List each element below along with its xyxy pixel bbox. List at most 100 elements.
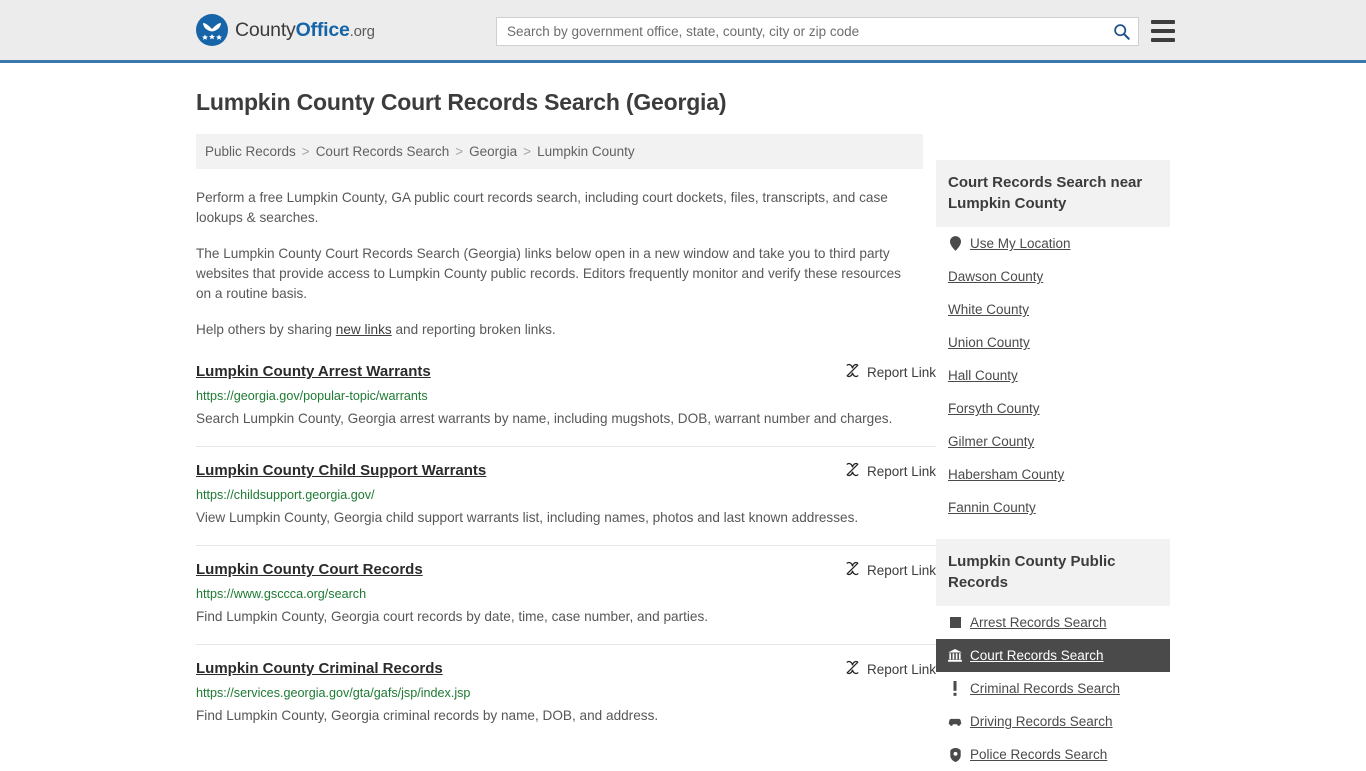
nearby-county-item: Hall County <box>936 359 1170 392</box>
result-item: Lumpkin County Child Support Warrants Rep… <box>196 447 936 546</box>
report-link-label: Report Link <box>866 562 936 578</box>
menu-bar-3 <box>1151 38 1175 42</box>
result-description: Search Lumpkin County, Georgia arrest wa… <box>196 411 893 426</box>
intro-p3-after: and reporting broken links. <box>391 322 556 337</box>
county-office-eagle-logo-icon <box>196 14 228 46</box>
menu-bar-1 <box>1151 20 1175 24</box>
result-item: Lumpkin County Court Records Report Link h… <box>196 546 936 645</box>
intro-p3-before: Help others by sharing <box>196 322 336 337</box>
site-logo[interactable]: CountyOffice.org <box>196 14 375 46</box>
site-header: CountyOffice.org <box>0 0 1366 63</box>
report-link-label: Report Link <box>866 661 936 677</box>
nearby-county-link[interactable]: Fannin County <box>936 491 1170 524</box>
public-records-list: Arrest Records Search Court Records Searc… <box>936 606 1170 771</box>
public-records-link[interactable]: Police Records Search <box>936 738 1170 771</box>
result-title-link[interactable]: Lumpkin County Arrest Warrants <box>196 362 431 382</box>
breadcrumb-separator: > <box>523 144 532 159</box>
hamburger-menu-icon[interactable] <box>1151 20 1175 42</box>
public-records-item: Police Records Search <box>936 738 1170 771</box>
public-records-link[interactable]: Criminal Records Search <box>936 672 1170 705</box>
result-url-link[interactable]: https://services.georgia.gov/gta/gafs/js… <box>196 685 936 701</box>
result-item: Lumpkin County Arrest Warrants Report Lin… <box>196 362 936 447</box>
nearby-county-link[interactable]: White County <box>936 293 1170 326</box>
nearby-county-link[interactable]: Hall County <box>936 359 1170 392</box>
nearby-county-link[interactable]: Habersham County <box>936 458 1170 491</box>
nearby-county-item: Gilmer County <box>936 425 1170 458</box>
result-title-link[interactable]: Lumpkin County Court Records <box>196 560 423 580</box>
nearby-county-link[interactable]: Use My Location <box>936 227 1170 260</box>
nearby-county-item: Use My Location <box>936 227 1170 260</box>
public-records-label: Driving Records Search <box>970 714 1113 729</box>
result-description: Find Lumpkin County, Georgia court recor… <box>196 609 709 624</box>
result-url-link[interactable]: https://childsupport.georgia.gov/ <box>196 487 936 503</box>
nearby-county-link[interactable]: Forsyth County <box>936 392 1170 425</box>
logo-text-org: .org <box>349 22 375 40</box>
nearby-county-label: Hall County <box>948 368 1018 383</box>
nearby-county-label: Dawson County <box>948 269 1044 284</box>
breadcrumb-item-2[interactable]: Georgia <box>469 144 517 159</box>
report-link-label: Report Link <box>866 463 936 479</box>
result-header: Lumpkin County Arrest Warrants Report Lin… <box>196 362 936 382</box>
report-link-button[interactable]: Report Link <box>845 362 936 381</box>
result-url-link[interactable]: https://www.gsccca.org/search <box>196 586 936 602</box>
nearby-county-item: Union County <box>936 326 1170 359</box>
breadcrumb-item-3: Lumpkin County <box>537 144 635 159</box>
report-link-button[interactable]: Report Link <box>845 560 936 579</box>
public-records-link[interactable]: Driving Records Search <box>936 705 1170 738</box>
breadcrumb-item-0[interactable]: Public Records <box>205 144 296 159</box>
public-records-link[interactable]: Court Records Search <box>936 639 1170 672</box>
result-title-link[interactable]: Lumpkin County Child Support Warrants <box>196 461 486 481</box>
public-records-label: Police Records Search <box>970 747 1108 762</box>
broken-link-icon <box>845 660 860 678</box>
main-column: Public Records > Court Records Search > … <box>196 134 936 771</box>
report-link-button[interactable]: Report Link <box>845 461 936 480</box>
nearby-county-item: Fannin County <box>936 491 1170 524</box>
map-pin-icon <box>948 236 962 251</box>
search-input[interactable] <box>497 18 1104 45</box>
public-records-item: Criminal Records Search <box>936 672 1170 705</box>
result-description: View Lumpkin County, Georgia child suppo… <box>196 510 859 525</box>
result-url-link[interactable]: https://georgia.gov/popular-topic/warran… <box>196 388 936 404</box>
breadcrumb-item-1[interactable]: Court Records Search <box>316 144 450 159</box>
nearby-county-item: Forsyth County <box>936 392 1170 425</box>
report-link-button[interactable]: Report Link <box>845 659 936 678</box>
content-columns: Public Records > Court Records Search > … <box>196 134 1170 771</box>
nearby-county-link[interactable]: Union County <box>936 326 1170 359</box>
search-bar <box>496 17 1139 46</box>
nearby-county-label: Fannin County <box>948 500 1036 515</box>
public-records-item: Arrest Records Search <box>936 606 1170 639</box>
search-button[interactable] <box>1104 18 1138 45</box>
breadcrumb-separator: > <box>301 144 310 159</box>
logo-text-office: Office <box>295 18 350 41</box>
nearby-county-label: Use My Location <box>970 236 1071 251</box>
intro-paragraph-3: Help others by sharing new links and rep… <box>196 320 901 340</box>
result-item: Lumpkin County Criminal Records Report Li… <box>196 645 936 743</box>
page-title: Lumpkin County Court Records Search (Geo… <box>196 89 727 115</box>
nearby-county-label: Union County <box>948 335 1030 350</box>
broken-link-icon <box>845 462 860 480</box>
public-records-item: Driving Records Search <box>936 705 1170 738</box>
nearby-county-label: White County <box>948 302 1030 317</box>
nearby-county-item: Habersham County <box>936 458 1170 491</box>
site-logo-text: CountyOffice.org <box>235 19 375 42</box>
result-header: Lumpkin County Court Records Report Link <box>196 560 936 580</box>
page-body: Lumpkin County Court Records Search (Geo… <box>0 89 1366 771</box>
report-link-label: Report Link <box>866 364 936 380</box>
public-records-link[interactable]: Arrest Records Search <box>936 606 1170 639</box>
police-badge-icon <box>948 747 962 762</box>
result-title-link[interactable]: Lumpkin County Criminal Records <box>196 659 443 679</box>
car-icon <box>948 716 962 727</box>
nearby-county-label: Forsyth County <box>948 401 1040 416</box>
public-records-label: Criminal Records Search <box>970 681 1121 696</box>
nearby-county-link[interactable]: Gilmer County <box>936 425 1170 458</box>
exclamation-icon <box>948 681 962 696</box>
nearby-panel-heading: Court Records Search near Lumpkin County <box>936 160 1170 227</box>
result-header: Lumpkin County Criminal Records Report Li… <box>196 659 936 679</box>
courthouse-icon <box>948 649 962 662</box>
nearby-county-link[interactable]: Dawson County <box>936 260 1170 293</box>
menu-bar-2 <box>1151 29 1175 33</box>
new-links-link[interactable]: new links <box>336 322 392 337</box>
public-records-item: Court Records Search <box>936 639 1170 672</box>
handcuffs-icon <box>948 617 962 628</box>
breadcrumb-separator: > <box>455 144 464 159</box>
